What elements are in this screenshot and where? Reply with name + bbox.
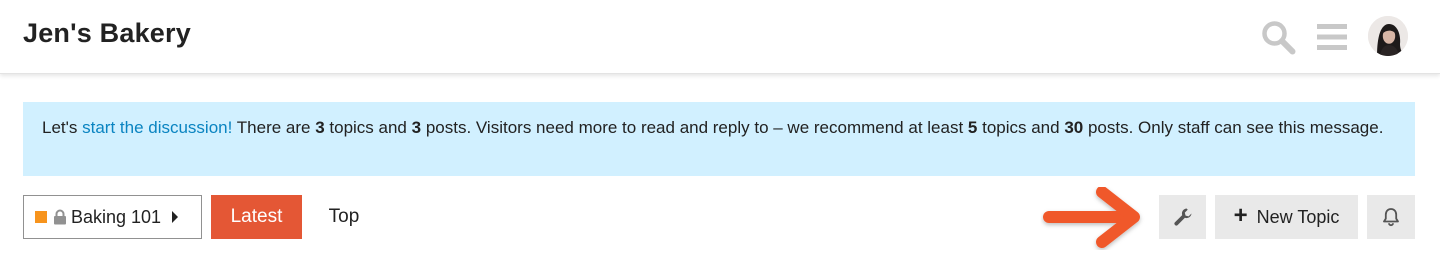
new-topic-button[interactable]: + New Topic — [1215, 195, 1358, 239]
onboarding-banner: Let's start the discussion! There are 3 … — [23, 102, 1415, 176]
caret-right-icon — [172, 211, 179, 223]
wrench-icon — [1173, 208, 1191, 226]
banner-text: topics and — [977, 118, 1065, 137]
tab-top[interactable]: Top — [312, 195, 376, 239]
notifications-bell-button[interactable] — [1367, 195, 1415, 239]
bell-icon — [1383, 208, 1399, 227]
search-icon[interactable] — [1260, 19, 1296, 55]
arrow-icon — [1043, 186, 1140, 248]
posts-count: 3 — [411, 118, 422, 137]
plus-icon: + — [1233, 202, 1248, 229]
site-title[interactable]: Jen's Bakery — [23, 18, 191, 49]
start-discussion-link[interactable]: start the discussion! — [82, 118, 232, 137]
topics-count: 3 — [315, 118, 325, 137]
tab-latest[interactable]: Latest — [211, 195, 302, 239]
hamburger-menu-icon[interactable] — [1314, 19, 1350, 55]
admin-wrench-button[interactable] — [1159, 195, 1206, 239]
lock-icon — [54, 209, 66, 225]
min-posts-count: 30 — [1064, 118, 1084, 137]
site-header: Jen's Bakery — [0, 0, 1440, 74]
banner-text: topics and — [324, 118, 412, 137]
category-dropdown[interactable]: Baking 101 — [23, 195, 202, 239]
category-label: Baking 101 — [71, 206, 162, 227]
user-avatar[interactable] — [1368, 16, 1408, 56]
banner-text: posts. Only staff can see this message. — [1083, 118, 1384, 137]
category-color-badge — [35, 211, 47, 223]
banner-text: There are — [232, 118, 316, 137]
min-topics-count: 5 — [967, 118, 978, 137]
banner-text: Let's — [42, 118, 83, 137]
new-topic-label: New Topic — [1256, 206, 1340, 227]
banner-text: posts. Visitors need more to read and re… — [421, 118, 968, 137]
